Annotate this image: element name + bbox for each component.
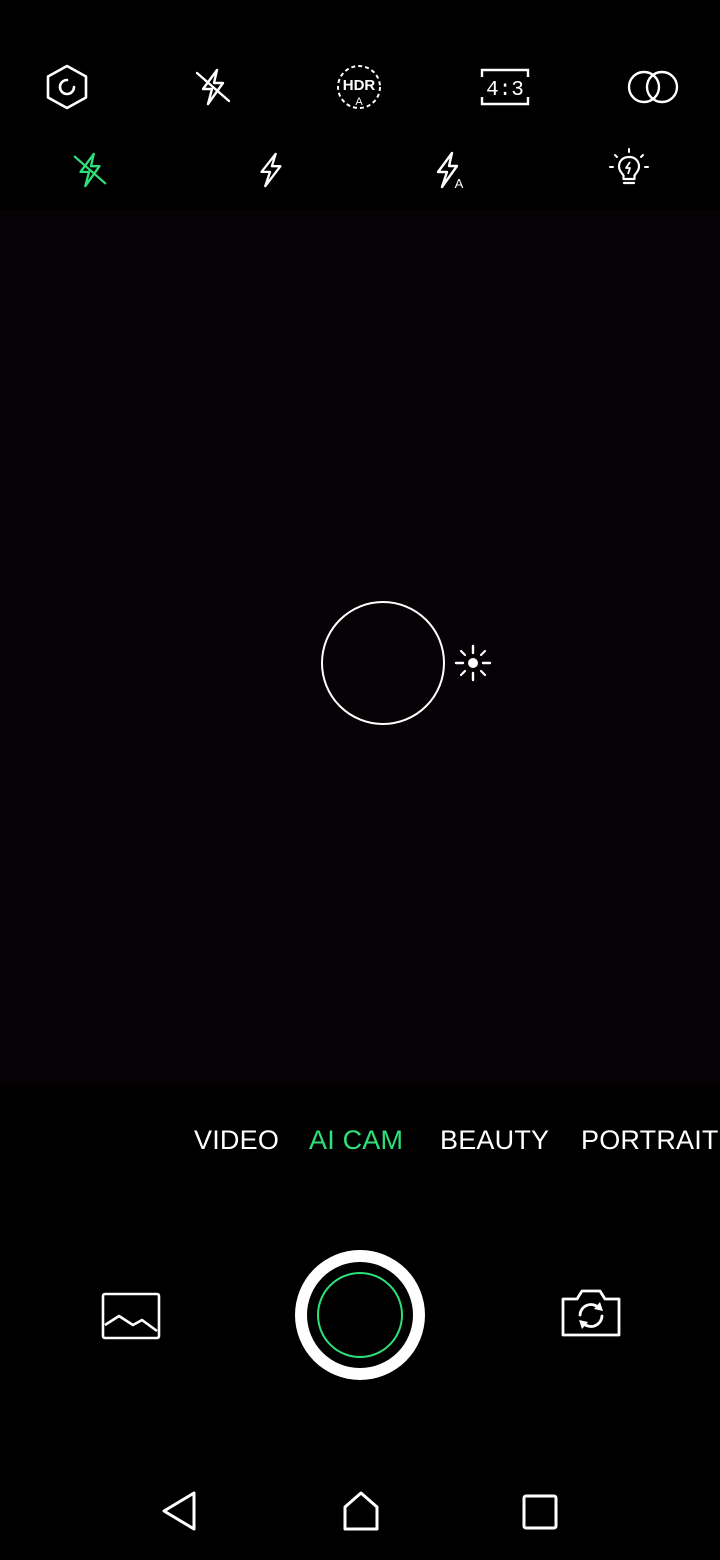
mode-video[interactable]: VIDEO: [194, 1110, 279, 1170]
aspect-ratio-icon[interactable]: 4:3: [478, 64, 532, 110]
flash-off-option-icon[interactable]: [68, 148, 112, 192]
flash-off-icon[interactable]: [188, 62, 238, 112]
flash-on-option-icon[interactable]: [248, 148, 292, 192]
settings-icon[interactable]: [42, 62, 92, 112]
mode-ai-cam[interactable]: AI CAM: [309, 1110, 403, 1170]
flash-auto-option-icon[interactable]: A: [428, 148, 472, 192]
gallery-icon[interactable]: [100, 1290, 162, 1342]
mode-beauty[interactable]: BEAUTY: [440, 1110, 549, 1170]
top-toolbar: HDR A 4:3: [0, 0, 720, 140]
exposure-sun-icon[interactable]: [453, 643, 493, 683]
home-icon[interactable]: [338, 1488, 384, 1534]
switch-camera-icon[interactable]: [558, 1284, 624, 1342]
hdr-sublabel: A: [355, 96, 363, 108]
filter-icon[interactable]: [624, 66, 682, 108]
flash-options-row: A: [0, 140, 720, 210]
shutter-button[interactable]: [295, 1250, 425, 1380]
focus-ring: [321, 601, 445, 725]
torch-option-icon[interactable]: [606, 146, 652, 192]
hdr-auto-icon[interactable]: HDR A: [332, 60, 386, 114]
hdr-label: HDR: [343, 77, 376, 94]
shutter-accent-ring: [317, 1272, 403, 1358]
recents-icon[interactable]: [518, 1490, 562, 1534]
back-icon[interactable]: [156, 1488, 202, 1534]
mode-selector: VIDEO AI CAM BEAUTY PORTRAIT: [0, 1110, 720, 1170]
aspect-ratio-label: 4:3: [486, 79, 524, 102]
flash-auto-sublabel: A: [455, 176, 464, 191]
mode-portrait[interactable]: PORTRAIT: [581, 1110, 719, 1170]
